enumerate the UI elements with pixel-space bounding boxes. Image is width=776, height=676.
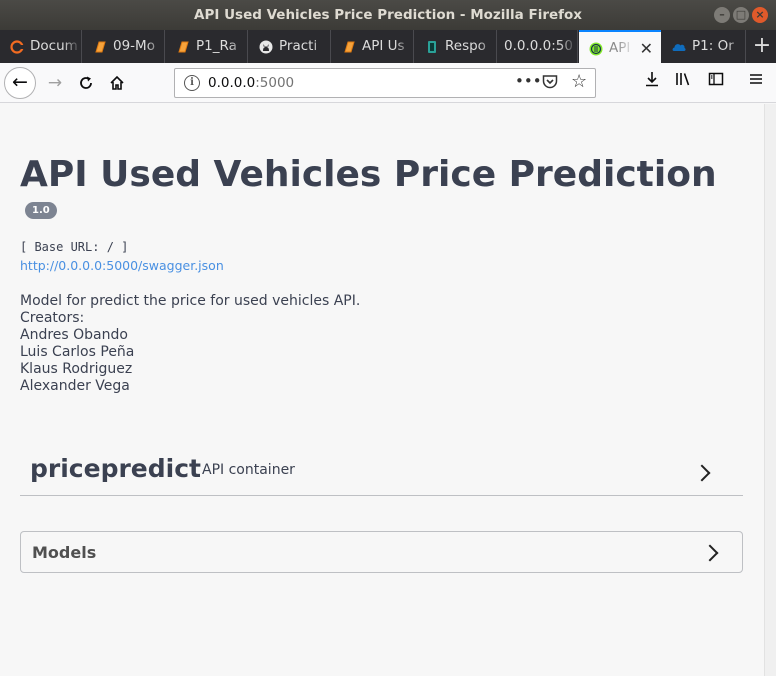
minimize-icon[interactable]: – [714, 7, 730, 23]
bookmark-star-icon[interactable]: ☆ [571, 71, 587, 92]
teal-document-icon [428, 41, 436, 53]
tab-docum[interactable]: Docum [0, 30, 82, 63]
tab-p1-ra[interactable]: P1_Ra [166, 30, 248, 63]
description-line: Alexander Vega [20, 378, 130, 394]
new-tab-button[interactable]: + [748, 30, 776, 63]
page-actions-icon[interactable]: ••• [515, 72, 542, 90]
description-line: Klaus Rodriguez [20, 361, 133, 377]
description-line: Andres Obando [20, 327, 128, 343]
models-section[interactable]: Models [20, 531, 743, 573]
close-window-icon[interactable]: × [752, 7, 768, 23]
orange-book-icon [344, 41, 355, 53]
back-button[interactable]: ← [4, 67, 36, 99]
tab-respo[interactable]: Respo [415, 30, 497, 63]
api-description: Model for predict the price for used veh… [20, 293, 360, 395]
tab-strip: Docum 09-Mo P1_Ra Practi API Us Respo 0.… [0, 30, 776, 63]
description-line: Creators: [20, 310, 85, 326]
reload-icon [80, 76, 92, 89]
page-content: API Used Vehicles Price Prediction 1.0 [… [0, 104, 764, 676]
navigation-toolbar: ← → i 0.0.0.0:5000 ••• ☆ [0, 63, 776, 103]
url-bar[interactable]: i 0.0.0.0:5000 ••• ☆ [174, 68, 596, 98]
orange-book-icon [178, 41, 189, 53]
url-text[interactable]: 0.0.0.0:5000 [208, 75, 294, 91]
chevron-right-icon[interactable] [701, 544, 719, 562]
blue-cloud-icon [672, 44, 686, 51]
home-button[interactable] [102, 68, 132, 98]
close-tab-icon[interactable]: ✕ [640, 32, 653, 63]
tab-localhost[interactable]: 0.0.0.0:50 [498, 30, 578, 63]
description-line: Model for predict the price for used veh… [20, 293, 361, 309]
tab-p1-or[interactable]: P1: Or [662, 30, 746, 63]
reload-button[interactable] [71, 68, 101, 98]
pricepredict-section[interactable]: pricepredict API container [20, 448, 743, 496]
maximize-icon[interactable]: □ [733, 7, 749, 23]
base-url: [ Base URL: / ] [20, 240, 129, 254]
tab-api-us[interactable]: API Us [332, 30, 414, 63]
menu-icon[interactable] [744, 71, 768, 91]
sidebar-icon[interactable] [704, 71, 728, 91]
tab-api-active[interactable]: API ✕ [579, 30, 661, 63]
site-info-icon[interactable]: i [184, 75, 200, 91]
chevron-right-icon[interactable] [693, 464, 711, 482]
forward-button[interactable]: → [40, 68, 70, 98]
tab-practi[interactable]: Practi [249, 30, 331, 63]
tag-name: pricepredict [30, 454, 201, 483]
url-host: 0.0.0.0 [208, 75, 256, 91]
tag-description: API container [202, 462, 295, 478]
downloads-icon[interactable] [640, 71, 664, 91]
page-scrollbar[interactable] [764, 104, 776, 676]
orange-circle-icon [10, 40, 24, 54]
library-icon[interactable] [672, 71, 696, 91]
tab-09-mo[interactable]: 09-Mo [83, 30, 165, 63]
window-title: API Used Vehicles Price Prediction - Moz… [194, 7, 582, 23]
description-line: Luis Carlos Peña [20, 344, 135, 360]
version-badge: 1.0 [25, 202, 57, 219]
url-port: :5000 [255, 75, 295, 91]
swagger-icon [589, 42, 603, 56]
models-title: Models [32, 543, 97, 562]
window-titlebar: API Used Vehicles Price Prediction - Moz… [0, 0, 776, 30]
pocket-icon[interactable] [542, 74, 558, 93]
github-icon [259, 40, 273, 54]
home-icon [110, 75, 124, 90]
api-title: API Used Vehicles Price Prediction [20, 154, 717, 195]
swagger-json-link[interactable]: http://0.0.0.0:5000/swagger.json [20, 258, 224, 273]
orange-book-icon [95, 41, 106, 53]
